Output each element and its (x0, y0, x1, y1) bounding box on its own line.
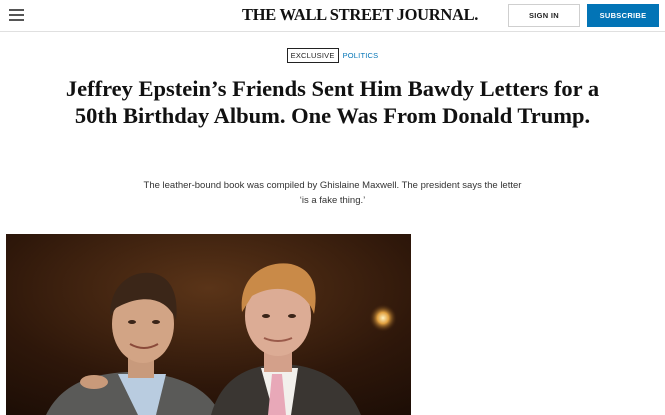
article-headline: Jeffrey Epstein’s Friends Sent Him Bawdy… (65, 76, 600, 128)
article-flags: EXCLUSIVE POLITICS (0, 48, 665, 63)
masthead-logo[interactable]: THE WALL STREET JOURNAL. (242, 5, 478, 25)
dek-line-1: The leather-bound book was compiled by G… (143, 180, 522, 191)
dek-line-2: ‘is a fake thing.’ (299, 195, 366, 206)
exclusive-badge: EXCLUSIVE (286, 48, 339, 63)
hamburger-menu-icon[interactable] (9, 8, 25, 22)
sign-in-button[interactable]: SIGN IN (508, 4, 580, 27)
lead-photo-illustration (6, 234, 411, 415)
site-header: THE WALL STREET JOURNAL. SIGN IN SUBSCRI… (0, 0, 665, 32)
section-link-politics[interactable]: POLITICS (343, 51, 379, 60)
lead-photo[interactable] (6, 234, 411, 415)
article-dek: The leather-bound book was compiled by G… (120, 178, 545, 208)
subscribe-button[interactable]: SUBSCRIBE (587, 4, 659, 27)
